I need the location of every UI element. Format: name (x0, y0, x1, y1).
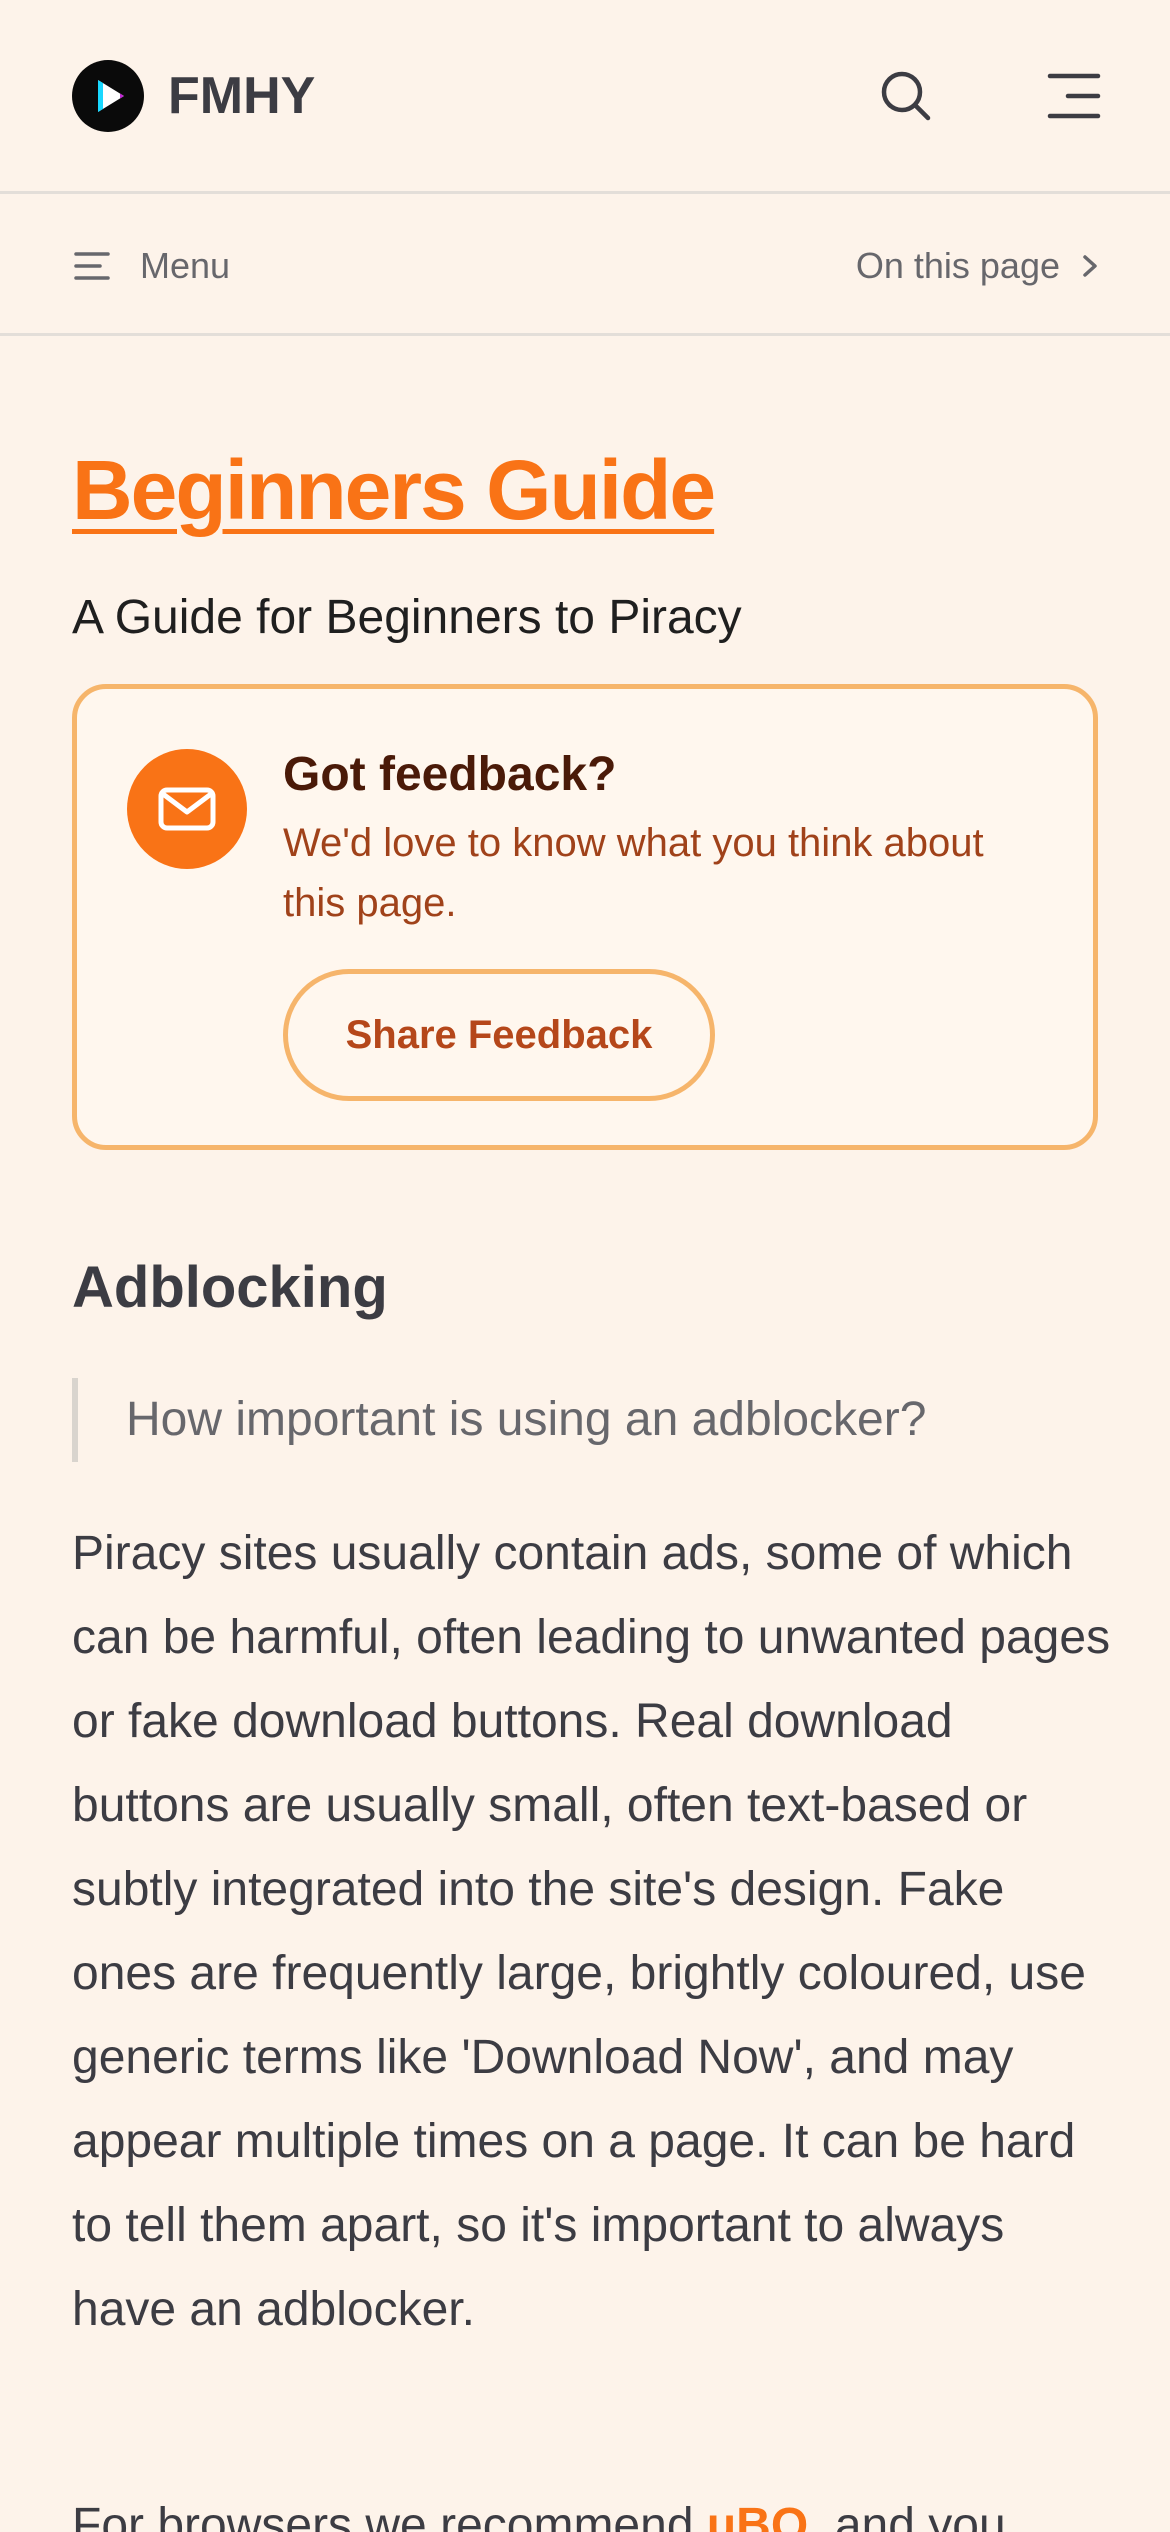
menu-label: Menu (140, 245, 231, 286)
on-this-page-button[interactable]: On this page (856, 238, 1106, 294)
menu-lines-icon (74, 252, 110, 280)
page-subtitle: A Guide for Beginners to Piracy (72, 591, 742, 644)
paragraph-text-start: For browsers we recommend (72, 2499, 707, 2532)
paragraph-text-end: , and you (808, 2499, 1006, 2532)
share-feedback-button[interactable]: Share Feedback (283, 969, 715, 1101)
page-title[interactable]: Beginners Guide (72, 440, 716, 540)
hamburger-menu-icon[interactable] (1044, 66, 1104, 126)
blockquote: How important is using an adblocker? (72, 1378, 926, 1462)
local-navigation-bar: Menu On this page (0, 194, 1170, 336)
mail-icon-badge (127, 749, 247, 869)
ubo-link[interactable]: uBO (707, 2499, 808, 2532)
feedback-description: We'd love to know what you think about t… (283, 821, 984, 925)
mail-icon (158, 787, 216, 831)
feedback-card: Got feedback? We'd love to know what you… (72, 684, 1098, 1150)
play-logo-icon[interactable] (72, 60, 144, 132)
feedback-heading: Got feedback? (283, 748, 617, 801)
section-heading-adblocking: Adblocking (72, 1255, 388, 1320)
site-brand[interactable]: FMHY (168, 64, 315, 128)
adblocking-paragraph: Piracy sites usually contain ads, some o… (72, 1527, 1111, 2336)
browser-recommendation-paragraph: For browsers we recommend uBO, and you (72, 2484, 1112, 2532)
menu-button[interactable]: Menu (72, 238, 230, 294)
top-navigation-bar: FMHY (0, 0, 1170, 194)
chevron-right-icon (1083, 255, 1097, 277)
search-icon[interactable] (876, 66, 936, 126)
on-this-page-label: On this page (855, 245, 1060, 286)
